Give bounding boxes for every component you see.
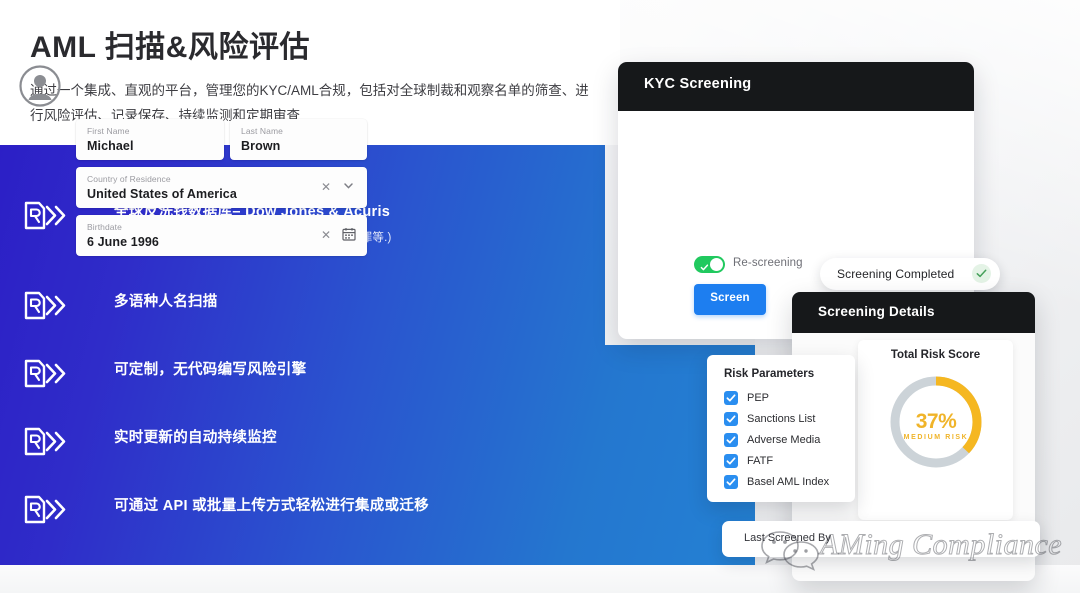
checkbox-checked-icon[interactable] bbox=[724, 391, 738, 405]
r-chevron-logo-icon bbox=[22, 200, 70, 232]
last-name-field[interactable]: Last Name Brown bbox=[230, 119, 367, 160]
chevron-down-icon[interactable] bbox=[342, 179, 355, 197]
checkbox-checked-icon[interactable] bbox=[724, 475, 738, 489]
last-name-label: Last Name bbox=[241, 126, 284, 136]
slide-canvas: AML 扫描&风险评估 通过一个集成、直观的平台，管理您的KYC/AML合规，包… bbox=[0, 0, 1080, 593]
risk-score-value: 37% bbox=[915, 410, 957, 433]
last-name-value: Brown bbox=[241, 139, 281, 153]
checkbox-checked-icon[interactable] bbox=[724, 433, 738, 447]
screening-completed-badge: Screening Completed bbox=[820, 258, 1000, 290]
user-avatar-icon bbox=[19, 65, 61, 107]
country-label: Country of Residence bbox=[87, 174, 171, 184]
feature-text: 可通过 API 或批量上传方式轻松进行集成或迁移 bbox=[114, 494, 429, 515]
risk-parameter-label: FATF bbox=[747, 455, 774, 467]
r-chevron-logo-icon bbox=[22, 358, 70, 390]
r-chevron-logo-icon bbox=[22, 290, 70, 322]
feature-text: 实时更新的自动持续监控 bbox=[114, 426, 277, 447]
page-title: AML 扫描&风险评估 bbox=[30, 31, 310, 64]
risk-score-level: MEDIUM RISK bbox=[903, 434, 969, 441]
close-icon[interactable]: ✕ bbox=[321, 180, 331, 194]
kyc-card-title: KYC Screening bbox=[644, 76, 752, 92]
birthdate-value: 6 June 1996 bbox=[87, 235, 159, 249]
screen-button-label: Screen bbox=[710, 292, 750, 304]
risk-score-donut-gauge: 37% MEDIUM RISK bbox=[886, 372, 986, 472]
toggle-knob bbox=[710, 258, 723, 271]
screening-completed-label: Screening Completed bbox=[837, 267, 955, 281]
feature-title: 实时更新的自动持续监控 bbox=[114, 430, 277, 446]
checkbox-checked-icon[interactable] bbox=[724, 412, 738, 426]
r-chevron-logo-icon bbox=[22, 494, 70, 526]
close-icon[interactable]: ✕ bbox=[321, 228, 331, 242]
risk-parameter-label: PEP bbox=[747, 392, 770, 404]
feature-text: 可定制，无代码编写风险引擎 bbox=[114, 358, 306, 379]
checkbox-checked-icon[interactable] bbox=[724, 454, 738, 468]
country-of-residence-field[interactable]: Country of Residence United States of Am… bbox=[76, 167, 367, 208]
last-screened-strip: Last Screened By bbox=[722, 521, 1040, 557]
first-name-value: Michael bbox=[87, 139, 134, 153]
first-name-field[interactable]: First Name Michael bbox=[76, 119, 224, 160]
total-risk-score-title: Total Risk Score bbox=[890, 349, 981, 361]
risk-parameters-title: Risk Parameters bbox=[724, 368, 815, 380]
calendar-icon[interactable] bbox=[342, 227, 356, 246]
check-circle-icon bbox=[972, 264, 991, 283]
feature-title: 可通过 API 或批量上传方式轻松进行集成或迁移 bbox=[114, 498, 429, 514]
feature-title: 可定制，无代码编写风险引擎 bbox=[114, 362, 307, 378]
screen-button[interactable]: Screen bbox=[694, 284, 766, 315]
screening-details-header: Screening Details bbox=[792, 292, 1035, 333]
total-risk-score-panel: Total Risk Score 37% MEDIUM RISK bbox=[858, 340, 1013, 520]
kyc-card-header: KYC Screening bbox=[618, 62, 974, 111]
first-name-label: First Name bbox=[87, 126, 130, 136]
feature-title: 多语种人名扫描 bbox=[114, 294, 218, 310]
feature-text: 多语种人名扫描 bbox=[114, 290, 218, 311]
re-screening-toggle[interactable] bbox=[694, 256, 725, 273]
risk-parameters-card: Risk Parameters PEP Sanctions List Adverse… bbox=[707, 355, 855, 502]
risk-parameter-label: Sanctions List bbox=[747, 413, 816, 425]
re-screening-label: Re-screening bbox=[733, 257, 803, 269]
birthdate-field[interactable]: Birthdate 6 June 1996 ✕ bbox=[76, 215, 367, 256]
birthdate-label: Birthdate bbox=[87, 222, 122, 232]
screening-details-title: Screening Details bbox=[818, 304, 935, 319]
last-screened-label: Last Screened By bbox=[744, 532, 831, 544]
country-value: United States of America bbox=[87, 187, 237, 201]
check-icon bbox=[700, 259, 709, 277]
risk-parameter-label: Adverse Media bbox=[747, 434, 821, 446]
r-chevron-logo-icon bbox=[22, 426, 70, 458]
risk-parameter-label: Basel AML Index bbox=[747, 476, 830, 488]
